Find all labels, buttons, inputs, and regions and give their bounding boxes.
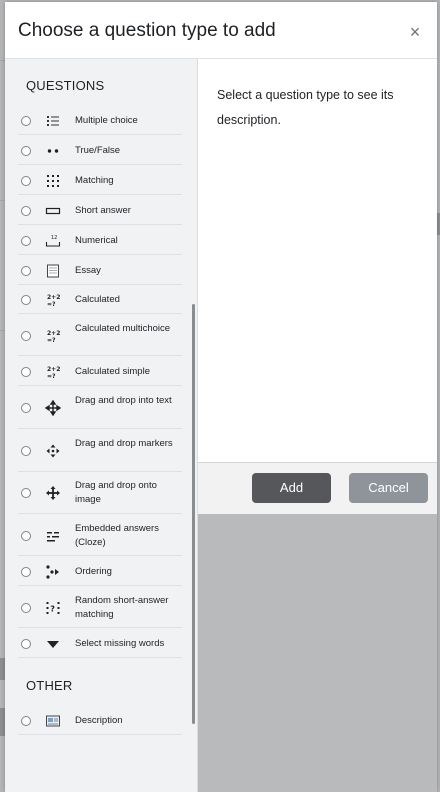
description-icon: [45, 713, 61, 729]
calculated-simple-icon: 2+2 =?: [45, 364, 61, 380]
calculated-multichoice-icon: 2+2 =?: [45, 328, 61, 344]
essay-icon: [45, 263, 61, 279]
option-label: Calculated: [75, 293, 120, 305]
svg-text:=?: =?: [47, 301, 56, 308]
radio-button[interactable]: [21, 294, 31, 305]
question-type-calculated-multichoice[interactable]: 2+2 =? Calculated multichoice: [18, 315, 182, 356]
random-matching-icon: ?: [45, 600, 61, 616]
question-type-random-short-answer-matching[interactable]: ? Random short-answer matching: [18, 587, 182, 628]
move-arrows-icon: [45, 400, 61, 416]
svg-text:?: ?: [50, 604, 55, 613]
radio-button[interactable]: [21, 175, 31, 186]
svg-text:2+2: 2+2: [47, 330, 60, 337]
question-type-calculated-simple[interactable]: 2+2 =? Calculated simple: [18, 357, 182, 386]
option-label: Drag and drop onto image: [75, 480, 157, 505]
add-button[interactable]: Add: [252, 473, 331, 503]
move-markers-icon: [45, 443, 61, 459]
description-text: Select a question type to see its descri…: [217, 88, 394, 127]
ordering-icon: [45, 564, 61, 580]
cloze-icon: [45, 528, 61, 544]
option-label: Calculated multichoice: [75, 322, 171, 334]
calculated-icon: 2+2 =?: [45, 292, 61, 308]
svg-text:=?: =?: [47, 337, 56, 344]
question-type-true-false[interactable]: True/False: [18, 136, 182, 165]
close-icon[interactable]: ×: [407, 23, 423, 41]
radio-button[interactable]: [21, 235, 31, 246]
question-type-short-answer[interactable]: Short answer: [18, 196, 182, 225]
question-type-drag-and-drop-onto-image[interactable]: Drag and drop onto image: [18, 472, 182, 514]
radio-button[interactable]: [21, 403, 31, 413]
other-type-description[interactable]: Description: [18, 706, 182, 735]
radio-button[interactable]: [21, 330, 31, 341]
radio-button[interactable]: [21, 265, 31, 276]
option-label: Essay: [75, 264, 101, 276]
radio-button[interactable]: [21, 566, 31, 577]
option-label: Matching: [75, 174, 114, 186]
radio-button[interactable]: [21, 530, 31, 541]
modal-header: Choose a question type to add ×: [5, 2, 437, 59]
question-type-drag-and-drop-markers[interactable]: Drag and drop markers: [18, 430, 182, 472]
modal-title: Choose a question type to add: [18, 20, 276, 41]
option-label: Select missing words: [75, 637, 165, 649]
option-label: Description: [75, 714, 123, 726]
question-type-numerical[interactable]: 12 Numerical: [18, 226, 182, 255]
description-panel: Select a question type to see its descri…: [198, 59, 437, 462]
text-box-icon: [45, 203, 61, 219]
section-label-other: OTHER: [26, 678, 73, 693]
list-bullets-icon: [45, 113, 61, 129]
option-label: Random short-answer matching: [75, 594, 169, 620]
radio-button[interactable]: [21, 205, 31, 216]
option-label: Numerical: [75, 234, 118, 246]
option-label: Drag and drop markers: [75, 438, 173, 449]
option-label: Multiple choice: [75, 114, 138, 126]
scrollbar[interactable]: [192, 304, 195, 724]
numerical-icon: 12: [45, 233, 61, 249]
radio-button[interactable]: [21, 488, 31, 498]
option-label: Ordering: [75, 565, 112, 577]
radio-button[interactable]: [21, 602, 31, 613]
two-dots-icon: [45, 143, 61, 159]
question-type-drag-and-drop-into-text[interactable]: Drag and drop into text: [18, 387, 182, 429]
option-label: Short answer: [75, 204, 131, 216]
radio-button[interactable]: [21, 115, 31, 126]
svg-text:2+2: 2+2: [47, 366, 60, 373]
radio-button[interactable]: [21, 446, 31, 456]
option-label: True/False: [75, 144, 121, 156]
modal-footer: Add Cancel: [198, 462, 437, 515]
question-type-essay[interactable]: Essay: [18, 256, 182, 285]
svg-text:12: 12: [51, 235, 57, 241]
question-type-calculated[interactable]: 2+2 =? Calculated: [18, 285, 182, 314]
question-type-ordering[interactable]: Ordering: [18, 557, 182, 586]
section-label-questions: QUESTIONS: [26, 78, 105, 93]
option-label: Embedded answers (Cloze): [75, 522, 159, 548]
question-type-list: QUESTIONS Multiple choice True/False Match…: [5, 59, 198, 792]
cancel-button[interactable]: Cancel: [349, 473, 428, 503]
radio-button[interactable]: [21, 145, 31, 156]
backdrop-area: [198, 514, 437, 792]
caret-down-icon: [45, 636, 61, 652]
question-type-modal: Choose a question type to add × QUESTION…: [5, 2, 437, 792]
option-label: Calculated simple: [75, 365, 150, 377]
question-type-matching[interactable]: Matching: [18, 166, 182, 195]
question-type-select-missing-words[interactable]: Select missing words: [18, 629, 182, 658]
option-label: Drag and drop into text: [75, 395, 172, 406]
question-type-embedded-answers-cloze[interactable]: Embedded answers (Cloze): [18, 515, 182, 556]
svg-text:=?: =?: [47, 373, 56, 380]
radio-button[interactable]: [21, 715, 31, 726]
question-type-multiple-choice[interactable]: Multiple choice: [18, 106, 182, 135]
grid-dots-icon: [45, 173, 61, 189]
radio-button[interactable]: [21, 366, 31, 377]
radio-button[interactable]: [21, 638, 31, 649]
move-cross-icon: [45, 485, 61, 501]
svg-text:2+2: 2+2: [47, 294, 60, 301]
